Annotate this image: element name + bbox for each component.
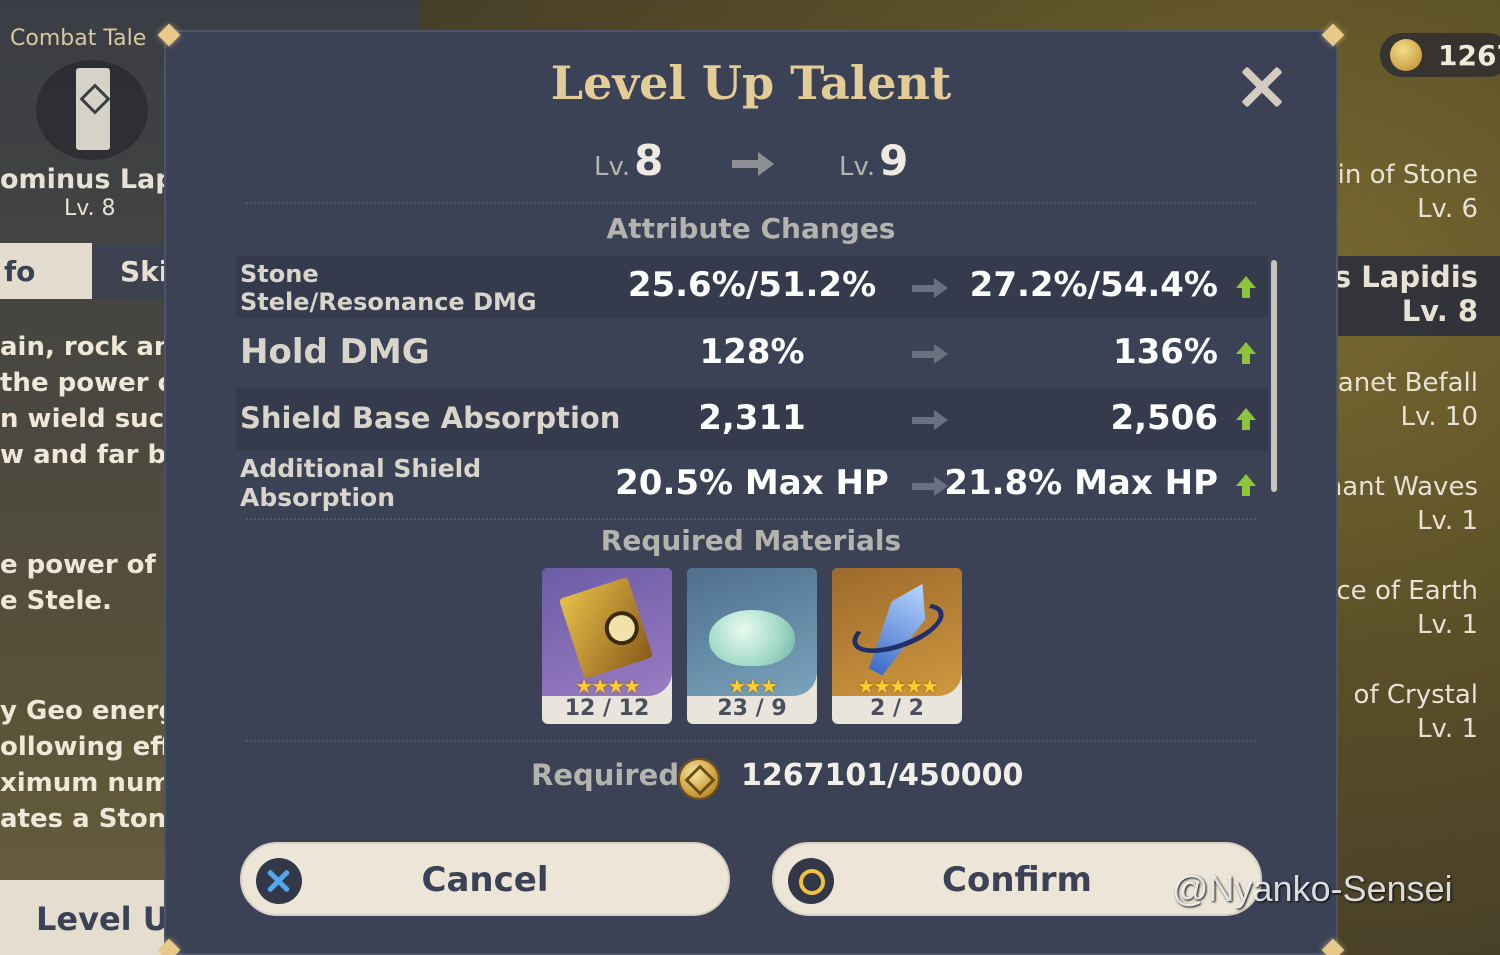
attribute-new-value: 27.2%/54.4% [969,265,1218,305]
attribute-old-value: 25.6%/51.2% [627,265,877,305]
description-line: ain, rock and [0,332,192,362]
side-talent-level: Lv. 1 [1417,610,1478,640]
side-talent-item[interactable]: of Crystal Lv. 1 [1354,678,1478,746]
attribute-row: Shield Base Absorption 2,311 2,506 [236,388,1268,450]
tab-info[interactable]: fo [0,243,92,299]
description-line: e Stele. [0,586,112,616]
divider [246,740,1256,742]
material-item[interactable]: ★★★ 23 / 9 [687,568,817,724]
mora-counter: 1267 [1380,33,1500,77]
talent-panel-header: Combat Tale [10,26,147,51]
side-talent-name: of Crystal [1353,680,1478,710]
scrollbar[interactable] [1271,260,1277,492]
attribute-row: Additional Shield Absorption 20.5% Max H… [236,452,1268,516]
mora-coin-icon [678,758,720,800]
cancel-button-label: Cancel [421,860,549,900]
description-line: ximum numb [0,768,191,798]
attribute-new-value: 136% [1112,332,1218,372]
increase-arrow-icon [1236,408,1256,432]
philosophies-book-icon [558,576,654,680]
description-line: w and far be [0,440,184,470]
slime-concentrate-icon [709,610,795,666]
side-talent-name: ain of Stone [1321,160,1478,190]
attribute-row: Stone Stele/Resonance DMG 25.6%/51.2% 27… [236,256,1268,318]
level-prefix: Lv. [594,152,631,182]
attribute-name: Stone Stele/Resonance DMG [240,260,537,316]
side-talent-item[interactable]: nant Waves Lv. 1 [1326,470,1478,538]
to-level-value: 9 [879,136,909,185]
required-mora-value: 1267101/450000 [741,758,1024,793]
dialog-title: Level Up Talent [550,56,952,110]
side-talent-level: Lv. 10 [1400,402,1478,432]
talent-level: Lv. 8 [64,196,116,221]
increase-arrow-icon [1236,276,1256,300]
attribute-new-value: 21.8% Max HP [944,463,1218,503]
corner-ornament-icon [1318,20,1348,50]
material-count: 23 / 9 [717,696,787,721]
attribute-new-value: 2,506 [1110,398,1218,438]
divider [246,202,1256,204]
increase-arrow-icon [1236,474,1256,498]
arrow-right-icon [912,408,950,432]
material-item[interactable]: ★★★★★ 2 / 2 [832,568,962,724]
attribute-changes-title: Attribute Changes [606,212,896,245]
next-level: Lv.9 [839,136,908,186]
attribute-old-value: 128% [699,332,805,372]
attribute-old-value: 2,311 [698,398,806,438]
arrow-right-icon [912,342,950,366]
rarity-stars: ★★★ [728,674,778,698]
side-talent-level: Lv. 1 [1417,714,1478,744]
side-talent-name: nant Waves [1325,472,1478,502]
side-talent-name: lanet Befall [1330,368,1478,398]
side-talent-item[interactable]: lanet Befall Lv. 10 [1331,366,1478,434]
corner-ornament-icon [154,20,184,50]
description-line: ollowing eff [0,732,172,762]
side-talent-item[interactable]: ce of Earth Lv. 1 [1336,574,1478,642]
arrow-right-icon [912,276,950,300]
material-count: 2 / 2 [870,696,924,721]
side-talent-level: Lv. 6 [1417,194,1478,224]
mora-total: 1267 [1438,39,1500,72]
watermark: @Nyanko-Sensei [1172,868,1453,909]
side-talent-item[interactable]: ain of Stone Lv. 6 [1322,158,1478,226]
close-icon[interactable] [1239,64,1283,108]
description-line: e power of [0,550,156,580]
material-item[interactable]: ★★★★ 12 / 12 [542,568,672,724]
description-line: n wield such [0,404,183,434]
rarity-stars: ★★★★★ [857,674,939,698]
description-line: y Geo energ [0,696,178,726]
mora-coin-icon [1390,39,1422,71]
attribute-name: Hold DMG [240,332,430,372]
level-up-talent-dialog: Level Up Talent Lv.8 Lv.9 Attribute Chan… [164,30,1338,955]
required-materials-title: Required Materials [600,524,902,557]
corner-ornament-icon [1318,935,1348,955]
attribute-name: Shield Base Absorption [240,401,621,435]
side-talent-level: Lv. 1 [1417,506,1478,536]
current-level: Lv.8 [594,136,663,186]
talent-name: ominus Lapi [0,164,184,195]
description-line: ates a Stone [0,804,184,834]
side-talent-name: ce of Earth [1336,576,1478,606]
material-count: 12 / 12 [564,696,650,721]
level-prefix: Lv. [839,152,876,182]
corner-ornament-icon [154,935,184,955]
increase-arrow-icon [1236,342,1256,366]
divider [246,518,1256,520]
description-line: the power o [0,368,176,398]
attribute-row: Hold DMG 128% 136% [236,322,1268,384]
attribute-old-value: 20.5% Max HP [615,463,889,503]
tab-skill[interactable]: Ski [92,243,172,299]
required-label: Required [531,758,680,792]
talent-emblem-icon [36,60,148,160]
arrow-right-icon [732,150,778,176]
from-level-value: 8 [634,136,664,185]
cancel-button[interactable]: Cancel [240,842,730,916]
attribute-name: Additional Shield Absorption [240,454,482,512]
rarity-stars: ★★★★ [575,674,641,698]
